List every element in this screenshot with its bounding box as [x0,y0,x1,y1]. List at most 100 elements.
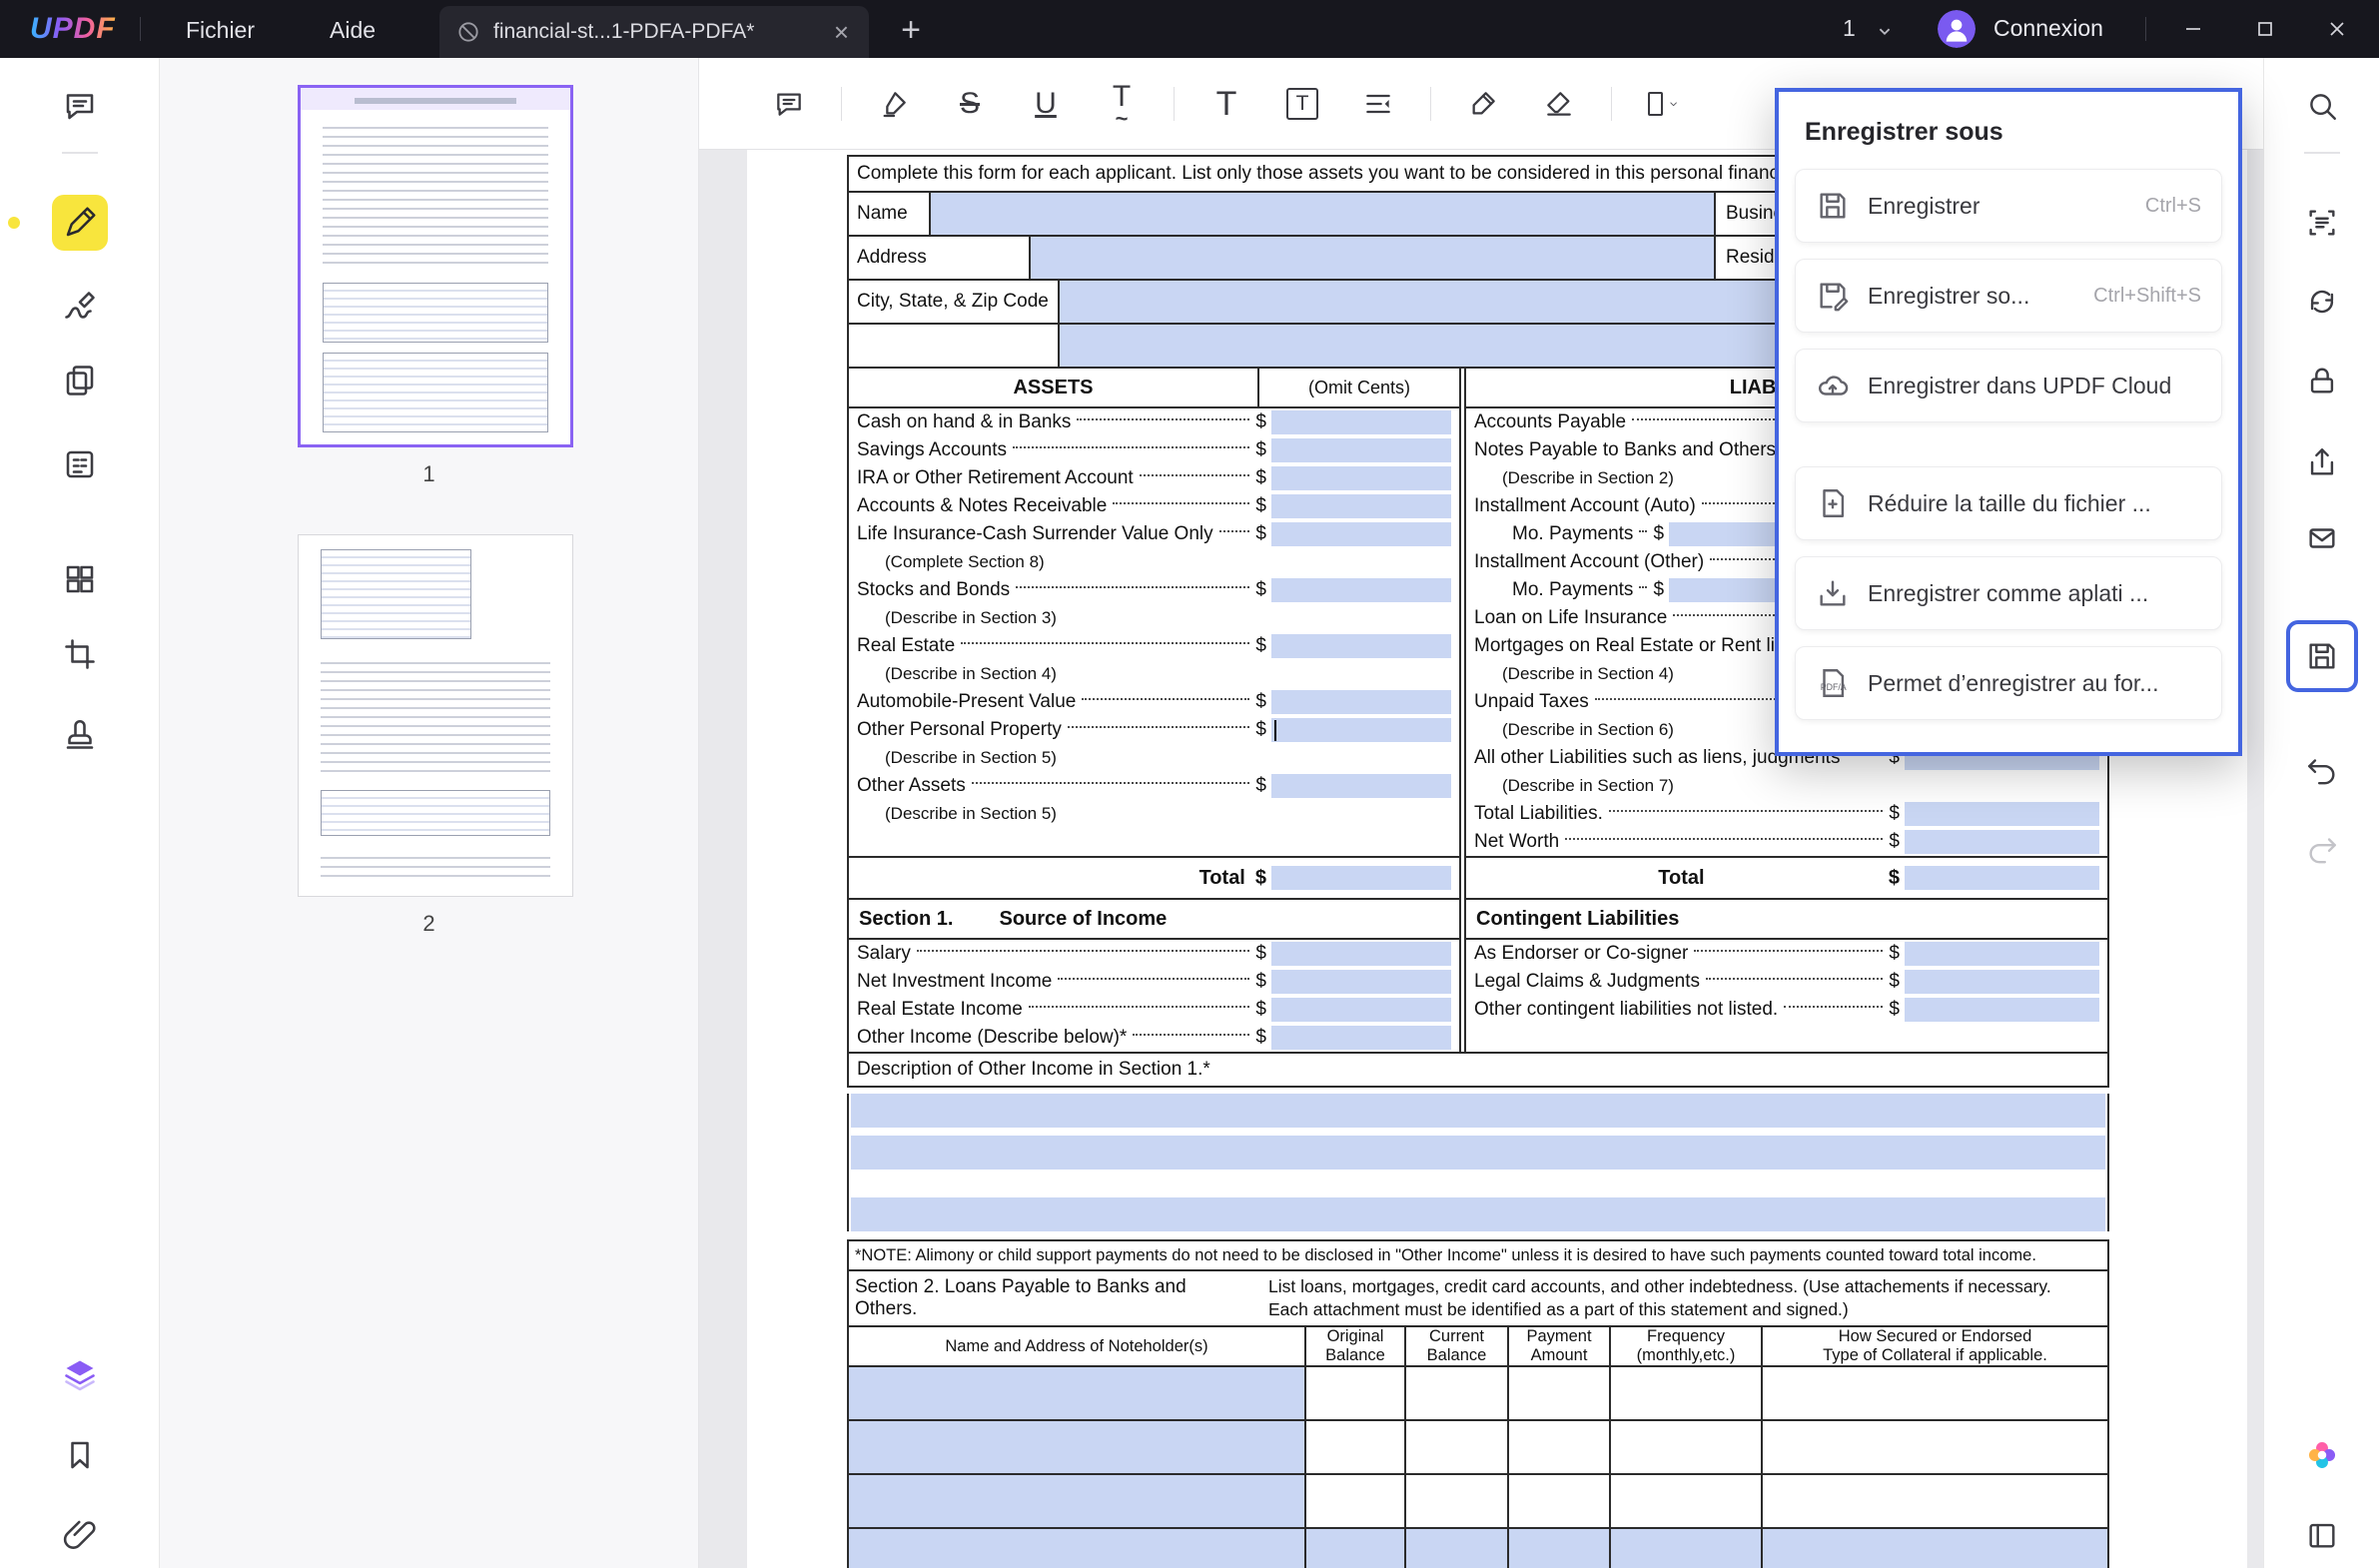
crop-button[interactable] [52,626,108,682]
loan-table-cell[interactable] [1763,1475,2107,1527]
form-input-field[interactable] [1905,942,2099,966]
form-input-field[interactable] [1271,718,1451,742]
form-input-field[interactable] [1905,802,2099,826]
loan-table-cell[interactable] [1509,1475,1611,1527]
page-thumbnail-2[interactable] [298,534,573,897]
typewriter-tool-button[interactable] [1354,80,1402,128]
tab-close-icon[interactable]: × [830,17,853,48]
loan-table-cell[interactable] [1509,1529,1611,1568]
sign-button[interactable] [52,279,108,335]
form-input-field[interactable] [1271,438,1451,462]
pages-panel-button[interactable] [2294,1507,2350,1563]
loan-table-cell[interactable] [849,1529,1306,1568]
save-menu-item-save-as[interactable]: Enregistrer so...Ctrl+Shift+S [1795,259,2222,333]
protect-button[interactable] [2294,353,2350,408]
page-thumbnail-1[interactable] [298,85,573,447]
form-input-field[interactable] [851,1094,2105,1128]
loan-table-cell[interactable] [1306,1529,1406,1568]
loan-table-cell[interactable] [849,1367,1306,1419]
stamp-button[interactable] [52,706,108,762]
form-input-field[interactable] [1271,1026,1451,1050]
minimize-button[interactable] [2163,7,2223,51]
save-menu-item-pdfa[interactable]: PDF/APermet d’enregistrer au for... [1795,646,2222,720]
eraser-tool-button[interactable] [1535,80,1583,128]
loan-table-cell[interactable] [849,1475,1306,1527]
edit-button[interactable] [52,195,108,251]
text-box-tool-button[interactable]: T [1278,80,1326,128]
shape-tool-button[interactable] [1640,80,1688,128]
form-input-field[interactable] [931,193,1714,235]
form-input-field[interactable] [1271,942,1451,966]
loan-table-cell[interactable] [1406,1529,1509,1568]
menu-aide[interactable]: Aide [322,15,384,46]
new-tab-button[interactable]: + [889,8,933,52]
form-input-field[interactable] [1271,774,1451,798]
convert-button[interactable] [52,353,108,408]
loan-table-cell[interactable] [1611,1529,1763,1568]
loan-table-cell[interactable] [1611,1475,1763,1527]
document-tab[interactable]: financial-st...1-PDFA-PDFA* × [439,6,869,58]
tab-count[interactable]: 1 [1843,15,1856,42]
ocr-button[interactable] [2294,195,2350,251]
ai-assistant-button[interactable] [2294,1427,2350,1483]
comment-button[interactable] [52,78,108,134]
form-input-field[interactable] [1905,830,2099,854]
form-input-field[interactable] [1905,866,2099,890]
attachment-button[interactable] [52,1506,108,1562]
form-input-field[interactable] [1905,998,2099,1022]
forms-button[interactable] [52,436,108,492]
form-input-field[interactable] [851,1136,2105,1170]
loan-table-cell[interactable] [1611,1421,1763,1473]
search-button[interactable] [2294,78,2350,134]
form-input-field[interactable] [1271,998,1451,1022]
loan-table-cell[interactable] [1306,1475,1406,1527]
loan-table-cell[interactable] [1406,1367,1509,1419]
share-button[interactable] [2294,434,2350,490]
form-input-field[interactable] [1271,970,1451,994]
loan-table-cell[interactable] [849,1421,1306,1473]
strikethrough-tool-button[interactable]: S [946,80,994,128]
form-input-field[interactable] [1271,522,1451,546]
form-input-field[interactable] [1031,237,1714,279]
form-input-field[interactable] [1271,866,1451,890]
loan-table-cell[interactable] [1406,1475,1509,1527]
comment-tool-button[interactable] [765,80,813,128]
chevron-down-icon[interactable] [1874,20,1896,42]
redo-button[interactable] [2294,820,2350,876]
form-input-field[interactable] [1271,494,1451,518]
highlight-tool-button[interactable] [870,80,918,128]
loan-table-cell[interactable] [1306,1367,1406,1419]
mail-button[interactable] [2294,510,2350,566]
avatar[interactable] [1938,10,1976,48]
loan-table-cell[interactable] [1509,1421,1611,1473]
form-input-field[interactable] [1271,634,1451,658]
form-input-field[interactable] [1905,970,2099,994]
organize-button[interactable] [52,551,108,607]
save-menu-item-save[interactable]: EnregistrerCtrl+S [1795,169,2222,243]
undo-button[interactable] [2294,741,2350,797]
loan-table-cell[interactable] [1611,1367,1763,1419]
loan-table-cell[interactable] [1763,1367,2107,1419]
form-input-field[interactable] [1271,690,1451,714]
form-input-field[interactable] [1271,466,1451,490]
close-button[interactable] [2307,7,2367,51]
form-input-field[interactable] [1271,578,1451,602]
bookmark-button[interactable] [52,1427,108,1483]
maximize-button[interactable] [2235,7,2295,51]
loan-table-cell[interactable] [1509,1367,1611,1419]
convert-file-button[interactable] [2294,274,2350,330]
pen-tool-button[interactable] [1459,80,1507,128]
save-menu-item-cloud[interactable]: Enregistrer dans UPDF Cloud [1795,349,2222,422]
save-menu-item-flatten[interactable]: Enregistrer comme aplati ... [1795,556,2222,630]
account-label[interactable]: Connexion [1993,15,2103,42]
menu-fichier[interactable]: Fichier [178,15,263,46]
loan-table-cell[interactable] [1306,1421,1406,1473]
loan-table-cell[interactable] [1763,1529,2107,1568]
text-tool-button[interactable]: T [1202,80,1250,128]
save-menu-item-reduce[interactable]: Réduire la taille du fichier ... [1795,466,2222,540]
form-input-field[interactable] [851,1197,2105,1231]
form-input-field[interactable] [1271,410,1451,434]
loan-table-cell[interactable] [1763,1421,2107,1473]
underline-tool-button[interactable]: U [1022,80,1070,128]
loan-table-cell[interactable] [1406,1421,1509,1473]
